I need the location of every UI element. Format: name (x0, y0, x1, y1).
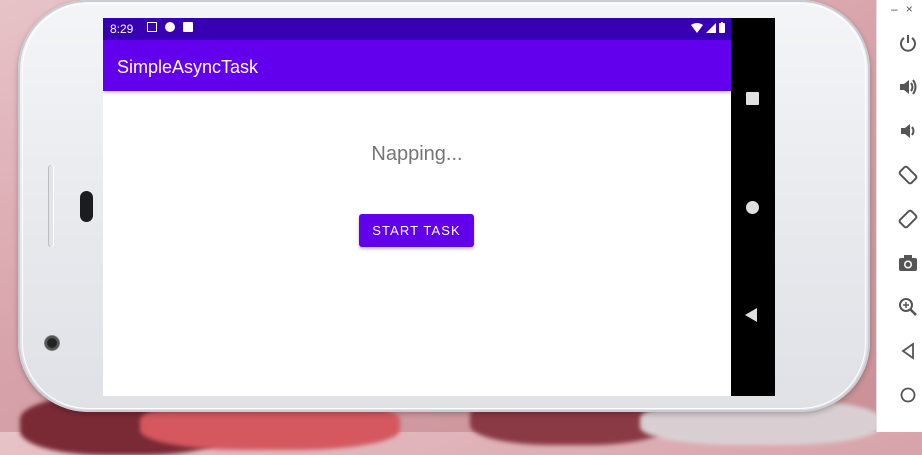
back-icon[interactable] (745, 308, 757, 322)
power-icon[interactable] (896, 31, 920, 55)
navigation-bar (731, 18, 775, 396)
app-title: SimpleAsyncTask (117, 57, 259, 77)
status-bar: 8:29 (103, 18, 731, 40)
status-system-icons (691, 22, 725, 33)
volume-down-icon[interactable] (896, 119, 920, 143)
window-controls: –× (891, 2, 921, 16)
zoom-icon[interactable] (896, 295, 920, 319)
app-bar: SimpleAsyncTask (103, 40, 731, 91)
device-earpiece (80, 191, 93, 222)
volume-up-icon[interactable] (896, 75, 920, 99)
signal-icon (706, 22, 716, 33)
camera-icon[interactable] (896, 251, 920, 275)
close-button[interactable]: × (906, 2, 921, 16)
start-task-button[interactable]: START TASK (359, 214, 474, 247)
home-icon[interactable] (746, 201, 759, 214)
status-notification-icons (147, 22, 193, 32)
notification-play-icon (165, 22, 175, 32)
rotate-right-icon[interactable] (896, 207, 920, 231)
task-status-text: Napping... (371, 143, 463, 165)
back-icon[interactable] (896, 339, 920, 363)
sd-card-icon (183, 22, 193, 32)
rotate-left-icon[interactable] (896, 163, 920, 187)
status-time: 8:29 (110, 22, 134, 36)
home-icon[interactable] (896, 383, 920, 407)
device-side-slot (48, 165, 54, 247)
minimize-button[interactable]: – (891, 2, 906, 16)
notification-a-icon (147, 22, 157, 32)
front-camera-icon (44, 335, 60, 351)
device-screen: 8:29 SimpleAsyncTask Napping... START TA… (103, 18, 731, 396)
battery-icon (719, 22, 725, 33)
wifi-icon (691, 22, 703, 33)
emulator-toolbar: –× (876, 0, 922, 432)
recents-icon[interactable] (746, 92, 759, 105)
